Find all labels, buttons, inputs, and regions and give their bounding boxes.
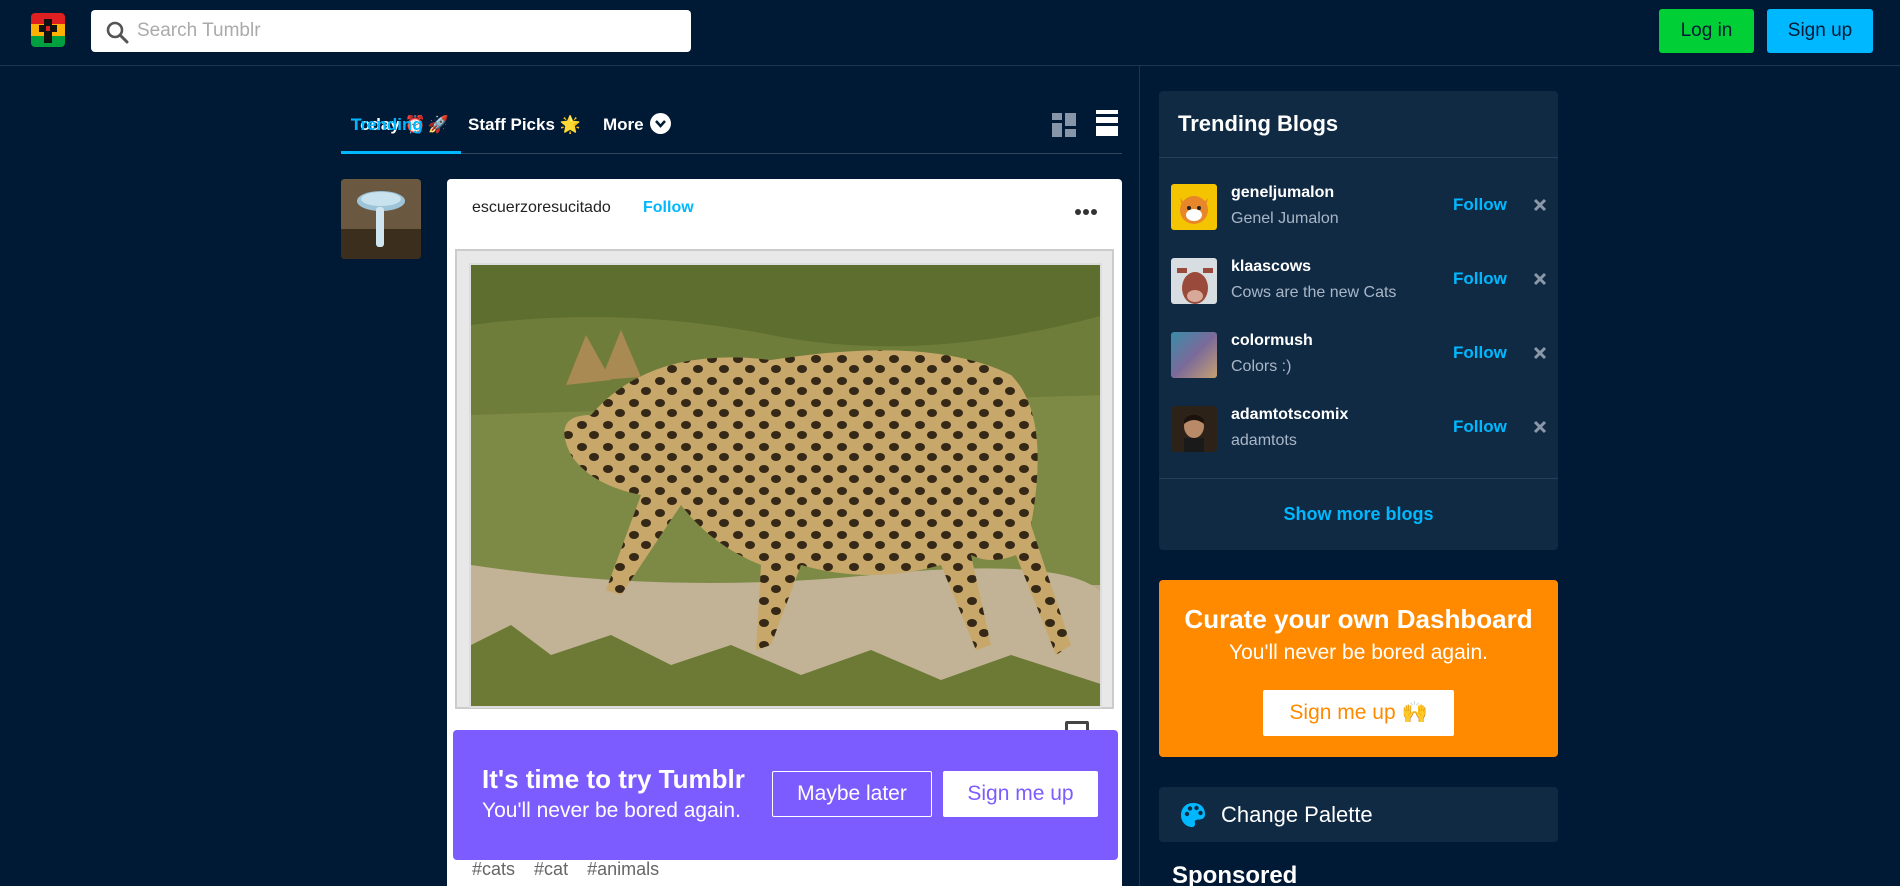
list-view-icon[interactable] (1096, 110, 1118, 136)
top-bar: Log in Sign up (0, 0, 1900, 66)
dismiss-icon[interactable] (1533, 272, 1547, 286)
tumblr-logo-icon[interactable] (31, 13, 65, 47)
blog-description: Cows are the new Cats (1231, 284, 1397, 301)
tab-trending[interactable]: Trending 🚀 (341, 104, 461, 154)
show-more-blogs-link[interactable]: Show more blogs (1159, 504, 1558, 525)
blog-avatar[interactable] (1171, 258, 1217, 304)
blog-avatar[interactable] (1171, 184, 1217, 230)
serval-photo[interactable] (469, 263, 1102, 708)
search-icon (106, 21, 129, 44)
blog-name[interactable]: colormush (1231, 332, 1313, 350)
change-palette-button[interactable]: Change Palette (1159, 787, 1558, 842)
banner-subtitle: You'll never be bored again. (482, 799, 741, 822)
blog-name[interactable]: adamtotscomix (1231, 406, 1348, 424)
search-input[interactable] (137, 10, 677, 52)
palette-icon (1181, 803, 1205, 827)
more-options-icon[interactable] (1074, 208, 1098, 216)
explore-tabs: Today ⏰ Trending 🚀 Staff Picks 🌟 More (341, 104, 1122, 154)
change-palette-label: Change Palette (1221, 802, 1373, 827)
curate-title: Curate your own Dashboard (1184, 604, 1533, 634)
dismiss-icon[interactable] (1533, 420, 1547, 434)
tag-link[interactable]: #cat (534, 859, 568, 879)
blog-name[interactable]: klaascows (1231, 258, 1311, 276)
login-button[interactable]: Log in (1659, 9, 1754, 53)
banner-title: It's time to try Tumblr (482, 764, 745, 794)
maybe-later-button[interactable]: Maybe later (772, 771, 932, 817)
dismiss-icon[interactable] (1533, 198, 1547, 212)
sponsored-heading: Sponsored (1172, 862, 1298, 886)
grid-view-icon[interactable] (1052, 113, 1076, 137)
tab-staff-picks[interactable]: Staff Picks 🌟 (468, 104, 581, 154)
trending-blog-row[interactable]: geneljumalon Genel Jumalon Follow (1171, 184, 1549, 232)
blog-follow-button[interactable]: Follow (1453, 417, 1507, 437)
signup-button[interactable]: Sign up (1767, 9, 1873, 53)
chevron-down-icon (649, 113, 671, 134)
blog-description: adamtots (1231, 432, 1297, 449)
curate-sign-me-up-button[interactable]: Sign me up 🙌 (1263, 690, 1454, 736)
blog-avatar[interactable] (1171, 406, 1217, 452)
post-image-frame (455, 249, 1114, 709)
try-tumblr-banner: It's time to try Tumblr You'll never be … (453, 730, 1118, 860)
tag-link[interactable]: #cats (472, 859, 515, 879)
trending-blogs-title: Trending Blogs (1178, 111, 1339, 136)
blog-follow-button[interactable]: Follow (1453, 195, 1507, 215)
trending-blog-row[interactable]: adamtotscomix adamtots Follow (1171, 406, 1549, 454)
divider (1159, 157, 1558, 158)
post-follow-button[interactable]: Follow (643, 199, 694, 217)
curate-dashboard-card: Curate your own Dashboard You'll never b… (1159, 580, 1558, 757)
banner-sign-me-up-button[interactable]: Sign me up (943, 771, 1098, 817)
dismiss-icon[interactable] (1533, 346, 1547, 360)
tab-more[interactable]: More (603, 104, 671, 154)
blog-name[interactable]: geneljumalon (1231, 184, 1334, 202)
tab-more-label: More (603, 115, 644, 134)
search-bar (91, 10, 691, 52)
blog-avatar[interactable] (1171, 332, 1217, 378)
curate-subtitle: You'll never be bored again. (1229, 641, 1488, 664)
column-divider (1139, 66, 1140, 886)
post-username[interactable]: escuerzoresucitado (472, 199, 611, 217)
divider (1159, 478, 1558, 479)
post-author-avatar[interactable] (341, 179, 421, 259)
blog-description: Colors :) (1231, 358, 1292, 375)
blog-follow-button[interactable]: Follow (1453, 269, 1507, 289)
trending-blog-row[interactable]: klaascows Cows are the new Cats Follow (1171, 258, 1549, 306)
trending-blog-row[interactable]: colormush Colors :) Follow (1171, 332, 1549, 380)
post-tags: #cats #cat #animals (472, 859, 673, 880)
trending-blogs-card: Trending Blogs geneljumalon Genel Jumalo… (1159, 91, 1558, 550)
blog-description: Genel Jumalon (1231, 210, 1339, 227)
tag-link[interactable]: #animals (587, 859, 659, 879)
blog-follow-button[interactable]: Follow (1453, 343, 1507, 363)
